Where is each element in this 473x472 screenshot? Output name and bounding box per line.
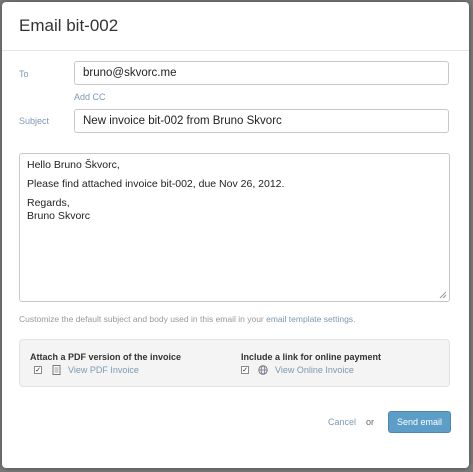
send-email-button[interactable]: Send email	[388, 411, 451, 433]
body-line: Regards,	[27, 197, 70, 209]
body-line: Hello Bruno Škvorc,	[27, 159, 120, 171]
pdf-checkbox[interactable]: ✓	[34, 366, 42, 374]
email-template-settings-link[interactable]: email template settings	[266, 314, 353, 324]
document-icon	[51, 365, 61, 375]
attachment-options: Attach a PDF version of the invoice ✓ Vi…	[19, 339, 450, 387]
globe-icon	[258, 365, 268, 375]
online-checkbox[interactable]: ✓	[241, 366, 249, 374]
resize-grip-icon[interactable]	[439, 291, 447, 299]
online-option-row: ✓ View Online Invoice	[241, 365, 354, 375]
email-dialog: Email bit-002 To bruno@skvorc.me Add CC …	[2, 2, 469, 468]
body-line: Bruno Skvorc	[27, 210, 91, 222]
online-option-title: Include a link for online payment	[241, 352, 382, 362]
or-text: or	[366, 417, 375, 427]
hint-prefix: Customize the default subject and body u…	[19, 314, 267, 324]
pdf-option-title: Attach a PDF version of the invoice	[30, 352, 182, 362]
subject-label: Subject	[19, 116, 50, 126]
view-pdf-invoice-link[interactable]: View PDF Invoice	[68, 365, 139, 375]
hint-suffix: .	[353, 314, 356, 324]
body-line: Please find attached invoice bit-002, du…	[27, 178, 285, 190]
template-hint: Customize the default subject and body u…	[19, 314, 355, 324]
subject-field[interactable]: New invoice bit-002 from Bruno Skvorc	[74, 109, 449, 133]
cancel-link[interactable]: Cancel	[328, 417, 356, 427]
to-field[interactable]: bruno@skvorc.me	[74, 61, 449, 85]
add-cc-link[interactable]: Add CC	[74, 92, 106, 102]
dialog-header: Email bit-002	[2, 2, 469, 51]
view-online-invoice-link[interactable]: View Online Invoice	[275, 365, 354, 375]
body-textarea[interactable]: Hello Bruno Škvorc, Please find attached…	[19, 153, 450, 302]
pdf-option-row: ✓ View PDF Invoice	[34, 365, 139, 375]
to-label: To	[19, 69, 29, 79]
dialog-title: Email bit-002	[19, 16, 119, 35]
